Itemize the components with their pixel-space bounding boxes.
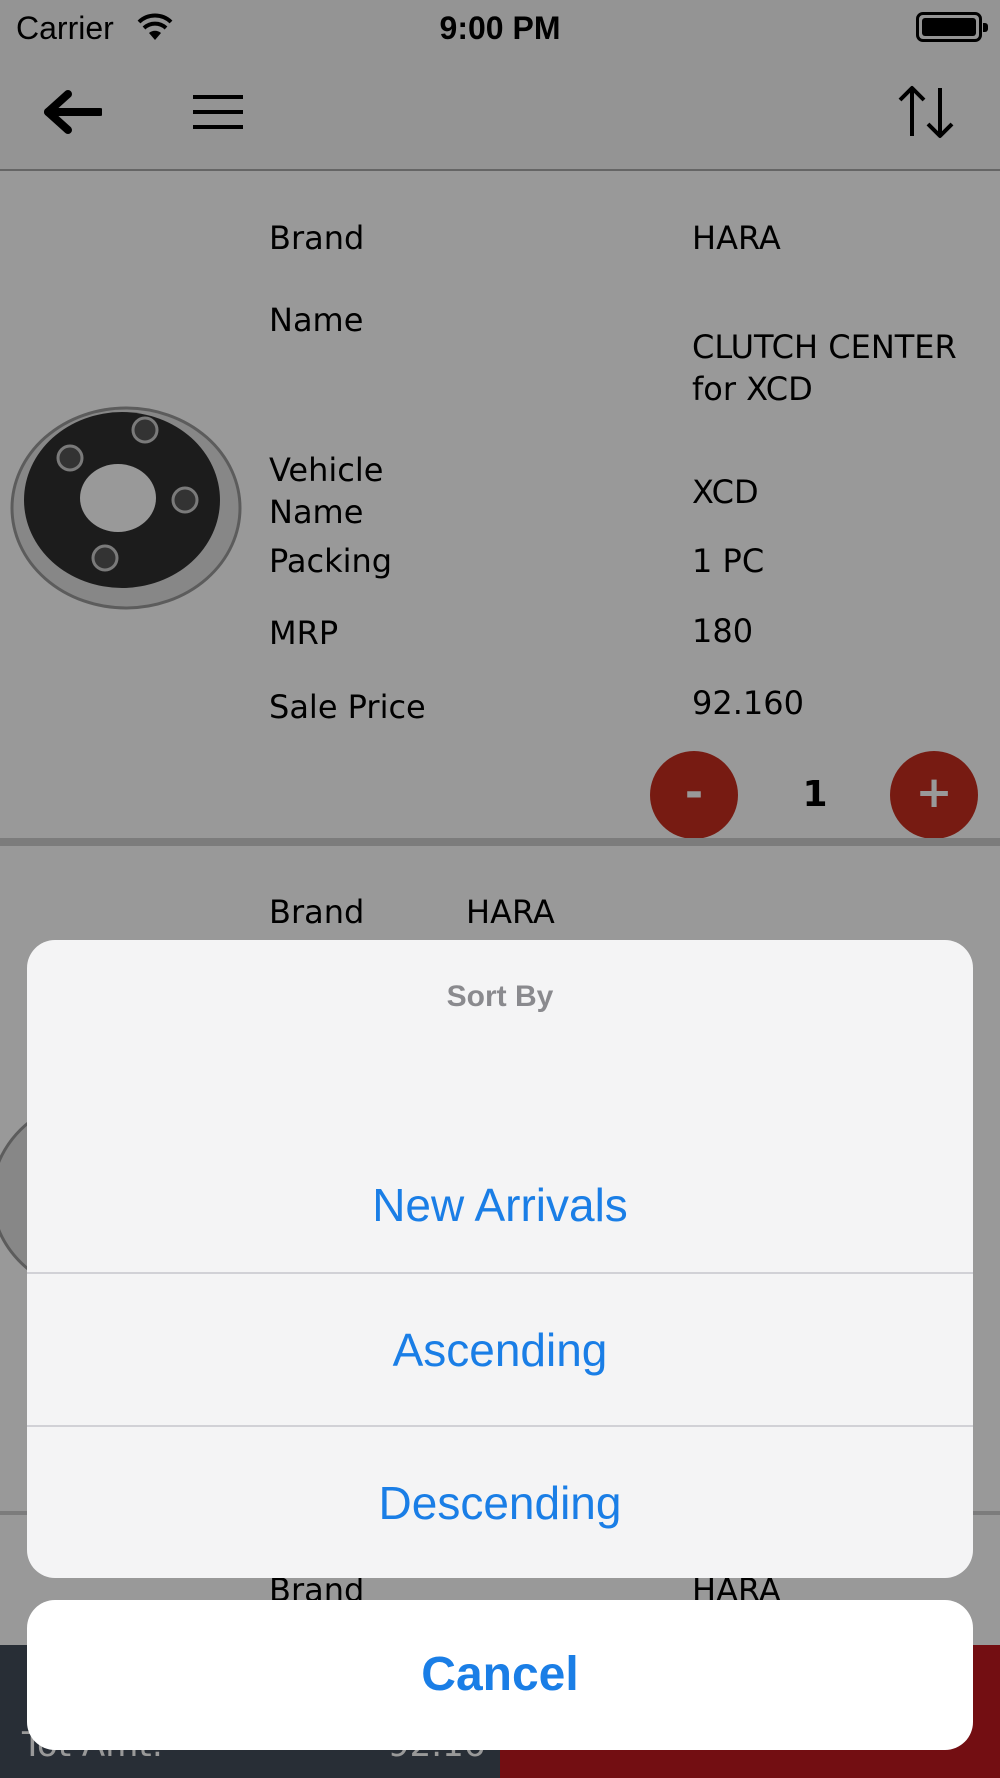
sort-option-descending[interactable]: Descending — [27, 1427, 973, 1578]
sort-option-ascending[interactable]: Ascending — [27, 1274, 973, 1426]
sheet-title: Sort By — [446, 980, 554, 1013]
sort-action-sheet: Sort By New Arrivals Ascending Descendin… — [27, 940, 973, 1578]
cancel-button[interactable]: Cancel — [27, 1600, 973, 1750]
